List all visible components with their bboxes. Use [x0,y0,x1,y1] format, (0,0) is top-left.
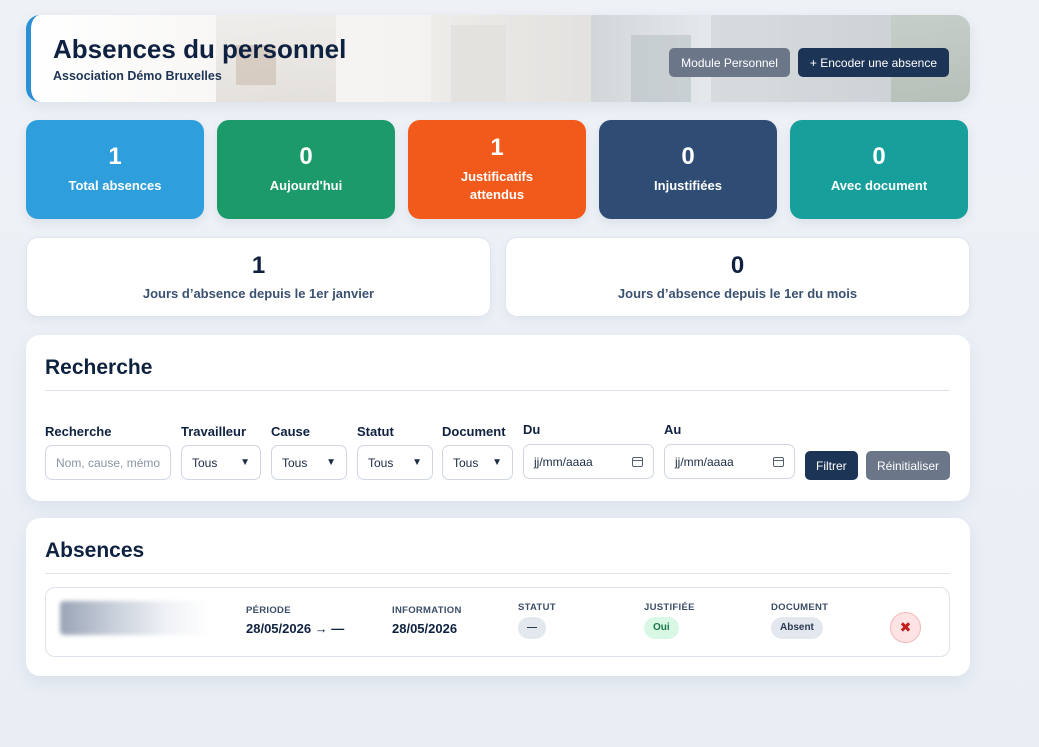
close-icon: ✖ [899,619,912,635]
stat-card-today: 0 Aujourd'hui [217,120,395,219]
document-badge: Absent [771,617,823,639]
stat-card-with-document: 0 Avec document [790,120,968,219]
chevron-down-icon: ▼ [326,457,336,468]
search-label: Recherche [45,424,112,439]
status-badge: — [518,617,546,639]
stat-value: 0 [299,142,313,170]
to-date-label: Au [664,422,682,437]
worker-select-value: Tous [192,455,218,470]
to-date-input[interactable]: jj/mm/aaaa [664,444,795,479]
add-absence-button[interactable]: + Encoder une absence [797,48,949,77]
day-label: Jours d’absence depuis le 1er du mois [617,285,858,301]
page-title: Absences du personnel [53,34,347,64]
chevron-down-icon: ▼ [412,457,422,468]
period-header: PÉRIODE [246,605,291,616]
chevron-down-icon: ▼ [492,457,502,468]
status-select[interactable]: Tous ▼ [357,445,433,480]
divider [45,390,950,391]
stats-row: 1 Total absences 0 Aujourd'hui 1 Justifi… [26,120,970,219]
delete-absence-button[interactable]: ✖ [890,612,921,643]
day-label: Jours d’absence depuis le 1er janvier [142,285,375,301]
information-value: 28/05/2026 [392,621,458,636]
justified-header: JUSTIFIÉE [644,602,695,613]
stat-label: Avec document [830,177,928,193]
period-value: 28/05/2026 → — [246,621,345,636]
status-column: STATUT — [518,602,556,639]
days-row: 1 Jours d’absence depuis le 1er janvier … [26,237,970,317]
page-header: Absences du personnel Association Démo B… [26,15,970,102]
absences-panel: Absences PÉRIODE 28/05/2026 → — INFORMAT… [26,518,970,676]
stat-value: 0 [872,142,886,170]
calendar-icon[interactable] [632,456,643,467]
search-title: Recherche [45,356,153,379]
reset-button[interactable]: Réinitialiser [866,451,951,480]
page-container: Absences du personnel Association Démo B… [26,15,970,676]
days-since-january-card: 1 Jours d’absence depuis le 1er janvier [26,237,491,317]
justified-column: JUSTIFIÉE Oui [644,602,695,639]
day-value: 1 [251,251,266,279]
cause-select[interactable]: Tous ▼ [271,445,347,480]
worker-select[interactable]: Tous ▼ [181,445,261,480]
document-header: DOCUMENT [771,602,829,613]
stat-label: Total absences [68,177,162,193]
status-label: Statut [357,424,394,439]
search-panel: Recherche Recherche Travailleur Tous ▼ C… [26,335,970,501]
day-value: 0 [730,251,745,279]
document-select[interactable]: Tous ▼ [442,445,513,480]
divider [45,573,950,574]
table-row[interactable]: PÉRIODE 28/05/2026 → — INFORMATION 28/05… [45,587,950,657]
header-actions: Module Personnel + Encoder une absence [669,48,949,77]
period-column: PÉRIODE 28/05/2026 → — [246,605,344,636]
redacted-worker-name [60,601,210,635]
days-since-month-card: 0 Jours d’absence depuis le 1er du mois [505,237,970,317]
stat-label: Justificatifs attendus [460,168,534,202]
document-column: DOCUMENT Absent [771,602,828,639]
status-select-value: Tous [368,455,394,470]
document-label: Document [442,424,506,439]
cause-label: Cause [271,424,311,439]
chevron-down-icon: ▼ [240,457,250,468]
status-header: STATUT [518,602,556,613]
stat-value: 1 [108,142,122,170]
stat-label: Injustifiées [654,177,722,193]
organization-name: Association Démo Bruxelles [53,69,222,83]
to-date-value: jj/mm/aaaa [675,454,734,469]
search-input[interactable] [45,445,171,480]
stat-card-pending-docs: 1 Justificatifs attendus [408,120,586,219]
from-date-input[interactable]: jj/mm/aaaa [523,444,654,479]
from-date-value: jj/mm/aaaa [534,454,593,469]
stat-card-unjustified: 0 Injustifiées [599,120,777,219]
module-personnel-button[interactable]: Module Personnel [669,48,790,77]
absences-title: Absences [45,539,145,562]
information-column: INFORMATION 28/05/2026 [392,605,462,636]
information-header: INFORMATION [392,605,462,616]
worker-label: Travailleur [181,424,247,439]
calendar-icon[interactable] [773,456,784,467]
filter-button[interactable]: Filtrer [805,451,858,480]
justified-badge: Oui [644,617,679,639]
stat-value: 1 [490,133,504,161]
document-select-value: Tous [453,455,479,470]
stat-card-total: 1 Total absences [26,120,204,219]
stat-label: Aujourd'hui [269,177,343,193]
stat-value: 0 [681,142,695,170]
cause-select-value: Tous [282,455,308,470]
from-date-label: Du [523,422,541,437]
